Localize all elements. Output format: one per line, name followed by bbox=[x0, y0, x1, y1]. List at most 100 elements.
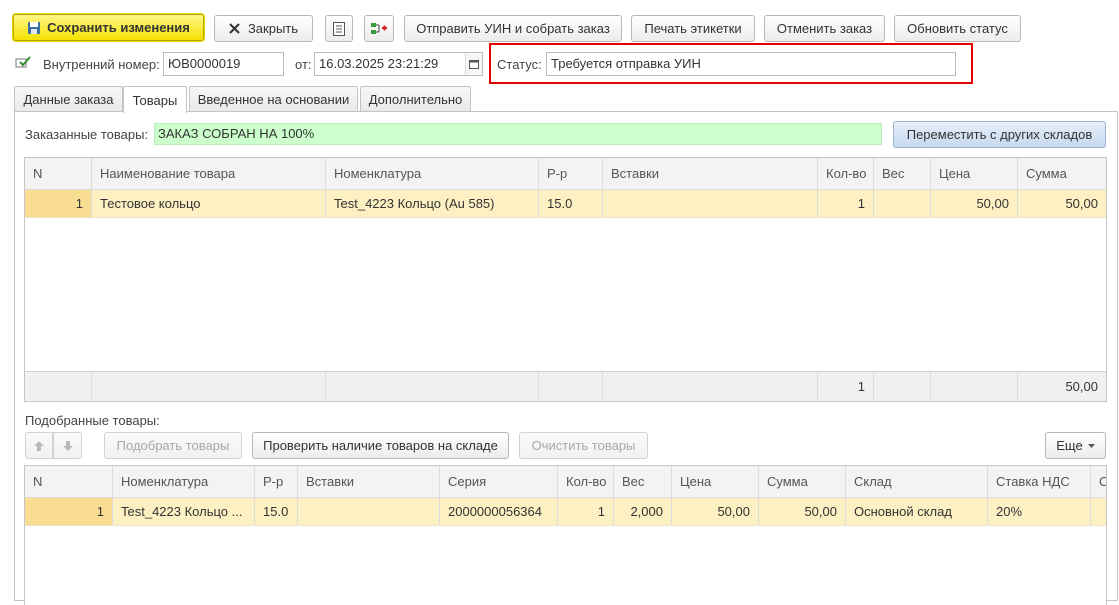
picked-goods-table: N Номенклатура Р-р Вставки Серия Кол-во … bbox=[24, 465, 1107, 605]
calendar-icon bbox=[469, 59, 479, 69]
more-button-label: Еще bbox=[1056, 438, 1083, 453]
column-header[interactable]: Номенклатура bbox=[326, 158, 539, 189]
tab-based-on[interactable]: Введенное на основании bbox=[189, 86, 358, 112]
column-header[interactable]: Склад bbox=[846, 466, 988, 497]
document-list-icon bbox=[332, 21, 346, 37]
dropdown-arrow-icon bbox=[1087, 443, 1095, 448]
column-header[interactable]: Вставки bbox=[298, 466, 440, 497]
ordered-goods-label: Заказанные товары: bbox=[25, 127, 149, 142]
pick-goods-button[interactable]: Подобрать товары bbox=[104, 432, 242, 459]
tab-based-on-label: Введенное на основании bbox=[197, 92, 350, 107]
column-header[interactable]: Кол-во bbox=[818, 158, 874, 189]
cancel-order-label: Отменить заказ bbox=[776, 21, 873, 36]
column-header[interactable]: Вставки bbox=[603, 158, 818, 189]
column-header[interactable]: N bbox=[25, 158, 92, 189]
floppy-disk-icon bbox=[27, 21, 41, 35]
column-header[interactable]: С bbox=[1091, 466, 1106, 497]
close-button[interactable]: Закрыть bbox=[214, 15, 313, 42]
table-row[interactable]: 1 Тестовое кольцо Test_4223 Кольцо (Au 5… bbox=[25, 190, 1106, 218]
table-header: N Наименование товара Номенклатура Р-р В… bbox=[25, 158, 1106, 190]
internal-number-field[interactable]: ЮВ0000019 bbox=[163, 52, 284, 76]
refresh-status-button[interactable]: Обновить статус bbox=[894, 15, 1021, 42]
table-row[interactable]: 1 Test_4223 Кольцо ... 15.0 200000005636… bbox=[25, 498, 1106, 526]
footer-cell bbox=[326, 372, 539, 401]
check-stock-button[interactable]: Проверить наличие товаров на складе bbox=[252, 432, 509, 459]
weight bbox=[874, 190, 931, 217]
price: 50,00 bbox=[931, 190, 1018, 217]
size: 15.0 bbox=[539, 190, 603, 217]
save-button[interactable]: Сохранить изменения bbox=[13, 14, 204, 41]
internal-number-label: Внутренний номер: bbox=[43, 57, 160, 72]
document-icon-button[interactable] bbox=[325, 15, 353, 42]
total-quantity: 1 bbox=[818, 372, 874, 401]
move-from-warehouses-button[interactable]: Переместить с других складов bbox=[893, 121, 1106, 148]
column-header[interactable]: Сумма bbox=[1018, 158, 1106, 189]
column-header[interactable]: Р-р bbox=[539, 158, 603, 189]
structure-icon-button[interactable] bbox=[364, 15, 394, 42]
footer-cell bbox=[603, 372, 818, 401]
nomenclature: Test_4223 Кольцо (Au 585) bbox=[326, 190, 539, 217]
clear-goods-button[interactable]: Очистить товары bbox=[519, 432, 648, 459]
footer-cell bbox=[874, 372, 931, 401]
cancel-order-button[interactable]: Отменить заказ bbox=[764, 15, 885, 42]
column-header[interactable]: Ставка НДС bbox=[988, 466, 1091, 497]
status-field[interactable]: Требуется отправка УИН bbox=[546, 52, 956, 76]
price: 50,00 bbox=[672, 498, 759, 525]
total-sum: 50,00 bbox=[1065, 379, 1098, 394]
column-header[interactable]: Р-р bbox=[255, 466, 298, 497]
product-name: Тестовое кольцо bbox=[92, 190, 326, 217]
tab-additional[interactable]: Дополнительно bbox=[360, 86, 471, 112]
checkmark-document-icon bbox=[15, 56, 31, 68]
warehouse: Основной склад bbox=[846, 498, 988, 525]
inserts bbox=[298, 498, 440, 525]
table-footer: 1 50,00 bbox=[25, 371, 1106, 401]
row-number: 1 bbox=[25, 190, 92, 217]
order-status-bar: ЗАКАЗ СОБРАН НА 100% bbox=[154, 123, 882, 145]
column-header[interactable]: Серия bbox=[440, 466, 558, 497]
column-header[interactable]: Цена bbox=[672, 466, 759, 497]
column-header[interactable]: Сумма bbox=[759, 466, 846, 497]
order-status-text: ЗАКАЗ СОБРАН НА 100% bbox=[158, 126, 315, 141]
tab-order-data-label: Данные заказа bbox=[23, 92, 114, 107]
save-button-label: Сохранить изменения bbox=[47, 20, 190, 35]
inserts bbox=[603, 190, 818, 217]
move-down-button[interactable] bbox=[53, 432, 82, 459]
send-uin-button[interactable]: Отправить УИН и собрать заказ bbox=[404, 15, 622, 42]
size: 15.0 bbox=[255, 498, 298, 525]
column-header[interactable]: Вес bbox=[614, 466, 672, 497]
check-stock-label: Проверить наличие товаров на складе bbox=[263, 438, 498, 453]
footer-cell bbox=[931, 372, 1018, 401]
arrow-up-icon bbox=[33, 440, 45, 452]
column-header[interactable]: Вес bbox=[874, 158, 931, 189]
print-labels-button[interactable]: Печать этикетки bbox=[631, 15, 755, 42]
more-button[interactable]: Еще bbox=[1045, 432, 1106, 459]
vat-rate: 20% bbox=[988, 498, 1091, 525]
series: 2000000056364 bbox=[440, 498, 558, 525]
refresh-status-label: Обновить статус bbox=[907, 21, 1008, 36]
row-number: 1 bbox=[25, 498, 113, 525]
footer-cell bbox=[92, 372, 326, 401]
quantity: 1 bbox=[558, 498, 614, 525]
status-label: Статус: bbox=[497, 57, 542, 72]
clear-goods-label: Очистить товары bbox=[531, 438, 636, 453]
tab-additional-label: Дополнительно bbox=[368, 92, 463, 107]
sum: 50,00 bbox=[759, 498, 846, 525]
ordered-goods-table: N Наименование товара Номенклатура Р-р В… bbox=[24, 157, 1107, 402]
column-header[interactable]: Цена bbox=[931, 158, 1018, 189]
table-header: N Номенклатура Р-р Вставки Серия Кол-во … bbox=[25, 466, 1106, 498]
date-value: 16.03.2025 23:21:29 bbox=[319, 56, 439, 71]
column-header[interactable]: Кол-во bbox=[558, 466, 614, 497]
column-header[interactable]: N bbox=[25, 466, 113, 497]
tab-goods[interactable]: Товары bbox=[123, 86, 187, 113]
column-header[interactable]: Наименование товара bbox=[92, 158, 326, 189]
calendar-button[interactable] bbox=[465, 53, 482, 75]
date-label: от: bbox=[295, 57, 312, 72]
column-header[interactable]: Номенклатура bbox=[113, 466, 255, 497]
move-up-button[interactable] bbox=[25, 432, 53, 459]
send-uin-label: Отправить УИН и собрать заказ bbox=[416, 21, 610, 36]
close-button-label: Закрыть bbox=[247, 21, 299, 36]
date-field[interactable]: 16.03.2025 23:21:29 bbox=[314, 52, 483, 76]
picked-goods-label: Подобранные товары: bbox=[25, 413, 160, 428]
tab-order-data[interactable]: Данные заказа bbox=[14, 86, 123, 112]
move-from-warehouses-label: Переместить с других складов bbox=[906, 127, 1093, 142]
